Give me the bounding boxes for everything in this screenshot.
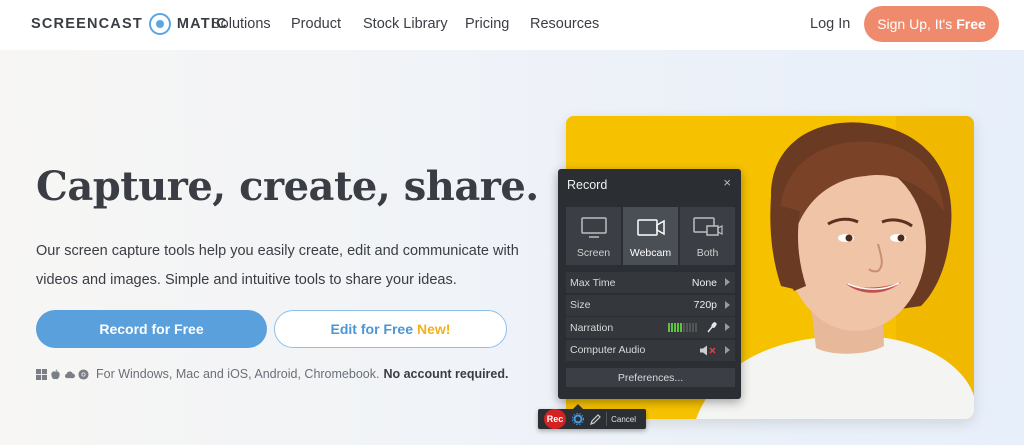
preferences-button[interactable]: Preferences... <box>566 368 735 387</box>
computer-audio-row[interactable]: Computer Audio <box>566 339 735 361</box>
platforms-text: For Windows, Mac and iOS, Android, Chrom… <box>96 367 380 381</box>
chevron-right-icon <box>725 345 730 354</box>
screen-and-webcam-icon <box>692 217 723 236</box>
windows-icon <box>36 368 47 380</box>
record-for-free-button[interactable]: Record for Free <box>36 310 267 348</box>
signup-button[interactable]: Sign Up, It's Free <box>864 6 999 42</box>
mode-screen-label: Screen <box>576 247 611 259</box>
narration-label: Narration <box>570 321 614 334</box>
chevron-right-icon <box>725 278 730 286</box>
edit-for-free-button[interactable]: Edit for Free New! <box>274 310 507 348</box>
record-panel: Record × Screen Webcam Both Max Time Non… <box>558 169 741 399</box>
max-time-value: None <box>691 276 717 289</box>
signup-label-bold: Free <box>956 16 986 32</box>
record-panel-title: Record <box>567 178 608 192</box>
mode-webcam[interactable]: Webcam <box>623 207 678 265</box>
mode-both[interactable]: Both <box>680 207 735 265</box>
top-nav: SCREENCAST MATIC Solutions Product Stock… <box>0 0 1024 50</box>
mode-screen[interactable]: Screen <box>566 207 621 265</box>
platforms-note: For Windows, Mac and iOS, Android, Chrom… <box>36 367 509 381</box>
size-value: 720p <box>693 299 717 311</box>
record-mode-selector: Screen Webcam Both <box>566 207 735 265</box>
cancel-button[interactable]: Cancel <box>606 412 640 426</box>
size-label: Size <box>570 299 591 311</box>
size-row[interactable]: Size 720p <box>566 294 735 316</box>
chevron-right-icon <box>725 300 730 309</box>
screen-icon <box>580 217 607 238</box>
audio-level-meter <box>668 323 697 332</box>
microphone-icon <box>707 322 717 333</box>
hero-headline: Capture, create, share. <box>36 163 539 210</box>
chevron-right-icon <box>725 323 730 331</box>
chrome-icon <box>78 368 89 380</box>
record-settings-list: Max Time None Size 720p Narration Comput… <box>566 272 735 362</box>
narration-row[interactable]: Narration <box>566 317 735 338</box>
record-toolbar: Rec Cancel <box>538 404 646 429</box>
nav-item-stock-library[interactable]: Stock Library <box>363 16 448 32</box>
logo[interactable]: SCREENCAST MATIC <box>31 13 228 35</box>
hero-subtext: Our screen capture tools help you easily… <box>36 243 519 288</box>
toolbar-pointer <box>573 404 583 409</box>
no-account-text: No account required. <box>383 367 509 381</box>
webcam-icon <box>636 219 665 236</box>
cloud-icon <box>64 371 75 378</box>
logo-dot-icon <box>148 13 171 35</box>
pencil-icon[interactable] <box>590 413 601 425</box>
logo-text-left: SCREENCAST <box>31 16 143 32</box>
close-icon[interactable]: × <box>723 175 731 190</box>
mode-webcam-label: Webcam <box>629 247 672 259</box>
login-link[interactable]: Log In <box>810 16 850 32</box>
nav-item-resources[interactable]: Resources <box>530 16 599 32</box>
mode-both-label: Both <box>696 247 719 259</box>
nav-item-pricing[interactable]: Pricing <box>465 16 509 32</box>
nav-item-product[interactable]: Product <box>291 16 341 32</box>
signup-label: Sign Up, It's <box>877 16 953 32</box>
apple-icon <box>51 368 60 379</box>
edit-button-label: Edit for Free <box>330 321 413 337</box>
new-badge: New! <box>417 321 451 337</box>
computer-audio-label: Computer Audio <box>570 344 646 356</box>
gear-icon[interactable] <box>572 413 584 425</box>
nav-item-solutions[interactable]: Solutions <box>211 16 271 32</box>
speaker-muted-icon <box>700 345 716 355</box>
max-time-label: Max Time <box>570 276 616 289</box>
max-time-row[interactable]: Max Time None <box>566 272 735 293</box>
rec-button[interactable]: Rec <box>544 409 566 429</box>
